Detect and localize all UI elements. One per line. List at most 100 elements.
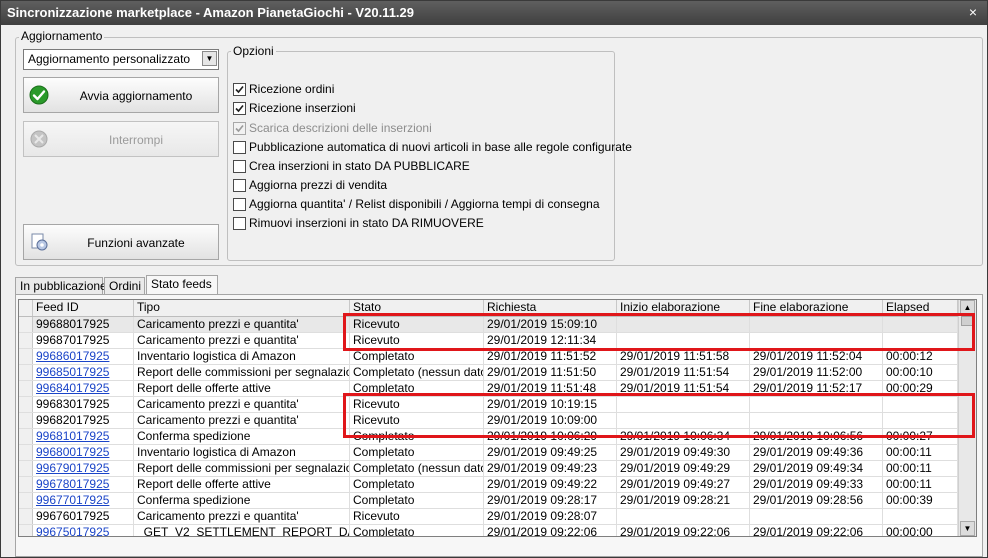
checkbox-checked[interactable] (233, 83, 246, 96)
opzioni-label: Opzioni (231, 44, 276, 58)
row-indicator[interactable] (19, 397, 33, 412)
cell-tipo: Report delle offerte attive (134, 381, 350, 396)
row-indicator[interactable] (19, 493, 33, 508)
scroll-down-icon[interactable]: ▼ (960, 521, 975, 536)
cell-feed-id[interactable]: 99679017925 (33, 461, 134, 476)
cell-feed-id[interactable]: 99684017925 (33, 381, 134, 396)
cell-elapsed: 00:00:11 (883, 445, 958, 460)
table-row[interactable]: 99679017925 Report delle commissioni per … (19, 461, 958, 477)
checkbox-unchecked[interactable] (233, 198, 246, 211)
cell-inizio: 29/01/2019 11:51:58 (617, 349, 750, 364)
cell-tipo: Conferma spedizione (134, 429, 350, 444)
row-indicator[interactable] (19, 477, 33, 492)
cell-inizio: 29/01/2019 11:51:54 (617, 365, 750, 380)
cell-inizio (617, 509, 750, 524)
window-title: Sincronizzazione marketplace - Amazon Pi… (7, 5, 414, 20)
close-icon[interactable]: × (965, 4, 981, 20)
cell-inizio: 29/01/2019 09:28:21 (617, 493, 750, 508)
funzioni-avanzate-button[interactable]: Funzioni avanzate (23, 224, 219, 260)
cell-fine: 29/01/2019 11:52:00 (750, 365, 883, 380)
cell-tipo: Report delle commissioni per segnalazion… (134, 365, 350, 380)
option-label: Aggiorna prezzi di vendita (249, 178, 388, 192)
cell-fine (750, 509, 883, 524)
column-tipo[interactable]: Tipo (134, 300, 350, 316)
tab-stato-feeds[interactable]: Stato feeds (146, 275, 218, 295)
cell-feed-id: 99688017925 (33, 317, 134, 332)
table-row[interactable]: 99686017925 Inventario logistica di Amazo… (19, 349, 958, 365)
cell-tipo: Caricamento prezzi e quantita' (134, 397, 350, 412)
option-label: Ricezione ordini (249, 82, 335, 96)
aggiornamento-label: Aggiornamento (19, 29, 105, 43)
row-indicator[interactable] (19, 445, 33, 460)
cell-inizio: 29/01/2019 09:49:27 (617, 477, 750, 492)
cell-feed-id[interactable]: 99678017925 (33, 477, 134, 492)
cell-elapsed: 00:00:39 (883, 493, 958, 508)
row-indicator[interactable] (19, 333, 33, 348)
option-label: Crea inserzioni in stato DA PUBBLICARE (249, 159, 470, 173)
cell-feed-id: 99682017925 (33, 413, 134, 428)
cell-stato: Ricevuto (350, 509, 484, 524)
cell-elapsed: 00:00:00 (883, 525, 958, 536)
cell-elapsed: 00:00:11 (883, 477, 958, 492)
cell-elapsed (883, 509, 958, 524)
interrompi-button[interactable]: Interrompi (23, 121, 219, 157)
row-indicator[interactable] (19, 509, 33, 524)
table-row[interactable]: 99677017925 Conferma spedizione Completato… (19, 493, 958, 509)
cell-feed-id[interactable]: 99681017925 (33, 429, 134, 444)
row-indicator[interactable] (19, 461, 33, 476)
cell-elapsed: 00:00:12 (883, 349, 958, 364)
cell-stato: Completato (350, 445, 484, 460)
table-row[interactable]: 99678017925 Report delle offerte attive Co… (19, 477, 958, 493)
cell-fine: 29/01/2019 11:52:04 (750, 349, 883, 364)
cell-stato: Completato (350, 349, 484, 364)
interrompi-label: Interrompi (108, 133, 164, 147)
cell-richiesta: 29/01/2019 09:49:22 (484, 477, 617, 492)
tab-label: Stato feeds (151, 277, 212, 291)
table-row[interactable]: 99675017925_GET_V2_SETTLEMENT_REPORT_DAT… (19, 525, 958, 536)
option-label: Pubblicazione automatica di nuovi artico… (249, 140, 632, 154)
cell-richiesta: 29/01/2019 09:49:23 (484, 461, 617, 476)
column-feed-id[interactable]: Feed ID (33, 300, 134, 316)
cell-feed-id[interactable]: 99677017925 (33, 493, 134, 508)
row-indicator[interactable] (19, 381, 33, 396)
main-window: Sincronizzazione marketplace - Amazon Pi… (0, 0, 988, 558)
row-indicator[interactable] (19, 317, 33, 332)
cell-fine: 29/01/2019 09:28:56 (750, 493, 883, 508)
checkbox-checked[interactable] (233, 102, 246, 115)
row-indicator[interactable] (19, 413, 33, 428)
checkbox-unchecked[interactable] (233, 160, 246, 173)
cell-inizio: 29/01/2019 09:49:29 (617, 461, 750, 476)
checkbox-checked[interactable] (233, 122, 246, 135)
table-row[interactable]: 99676017925 Caricamento prezzi e quantita… (19, 509, 958, 525)
chevron-down-icon[interactable]: ▼ (202, 51, 217, 66)
checkbox-unchecked[interactable] (233, 179, 246, 192)
table-row[interactable]: 99680017925 Inventario logistica di Amazo… (19, 445, 958, 461)
cell-richiesta: 29/01/2019 09:49:25 (484, 445, 617, 460)
cell-feed-id[interactable]: 99675017925 (33, 525, 134, 536)
table-row[interactable]: 99685017925 Report delle commissioni per … (19, 365, 958, 381)
header-indicator (19, 300, 33, 316)
row-indicator[interactable] (19, 365, 33, 380)
row-indicator[interactable] (19, 349, 33, 364)
checkmark-icon (235, 124, 244, 133)
avvia-label: Avvia aggiornamento (79, 89, 193, 103)
update-mode-select[interactable]: Aggiornamento personalizzato ▼ (23, 49, 219, 70)
cell-feed-id[interactable]: 99680017925 (33, 445, 134, 460)
tab-ordini[interactable]: Ordini (104, 277, 145, 294)
row-indicator[interactable] (19, 429, 33, 444)
avvia-aggiornamento-button[interactable]: Avvia aggiornamento (23, 77, 219, 113)
row-indicator[interactable] (19, 525, 33, 536)
checkbox-unchecked[interactable] (233, 217, 246, 230)
option-label: Rimuovi inserzioni in stato DA RIMUOVERE (249, 216, 484, 230)
cell-feed-id[interactable]: 99685017925 (33, 365, 134, 380)
tab-in-pubblicazione[interactable]: In pubblicazione (15, 277, 107, 294)
checkbox-unchecked[interactable] (233, 141, 246, 154)
cell-tipo: Caricamento prezzi e quantita' (134, 413, 350, 428)
cell-feed-id[interactable]: 99686017925 (33, 349, 134, 364)
cell-fine: 29/01/2019 09:49:33 (750, 477, 883, 492)
title-bar[interactable]: Sincronizzazione marketplace - Amazon Pi… (1, 1, 987, 25)
cell-tipo: Report delle commissioni per segnalazion… (134, 461, 350, 476)
cell-inizio: 29/01/2019 09:22:06 (617, 525, 750, 536)
cell-stato: Completato (350, 477, 484, 492)
cell-tipo: Caricamento prezzi e quantita' (134, 333, 350, 348)
